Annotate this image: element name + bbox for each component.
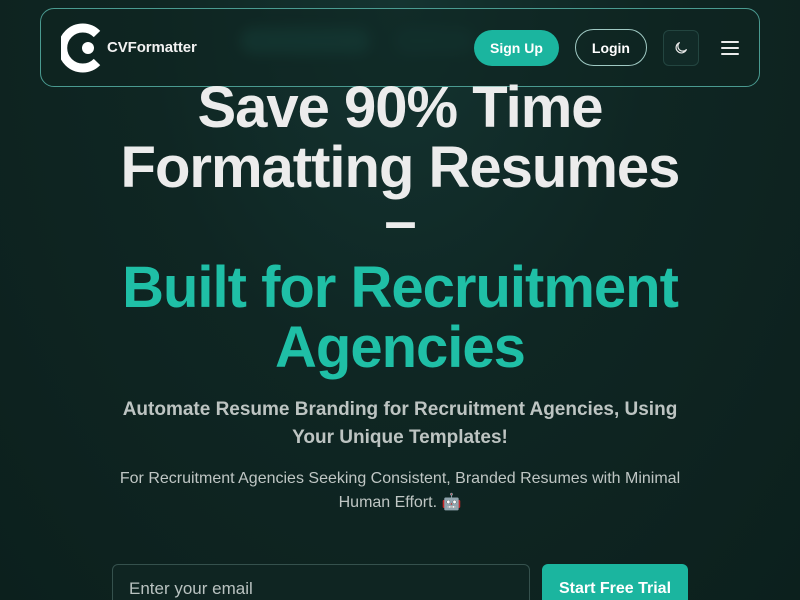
hero-accent-line-2: Agencies [275, 315, 526, 380]
hero-title: Save 90% Time Formatting Resumes – Built… [0, 78, 800, 378]
hero-subtitle: Automate Resume Branding for Recruitment… [122, 399, 678, 448]
theme-toggle-button[interactable] [663, 29, 699, 66]
brand-name: CVFormatter [107, 39, 197, 56]
menu-button[interactable] [719, 37, 741, 59]
cvformatter-logo-icon [61, 23, 101, 72]
signup-button[interactable]: Sign Up [474, 29, 559, 66]
hero-description: For Recruitment Agencies Seeking Consist… [119, 470, 681, 511]
start-free-trial-button[interactable]: Start Free Trial [542, 564, 688, 600]
brand-logo[interactable]: CVFormatter [61, 20, 197, 76]
email-input[interactable] [112, 564, 530, 600]
hamburger-menu-icon [721, 40, 739, 55]
hero-title-line-1: Save 90% Time [197, 75, 603, 140]
hero-title-dash: – [384, 189, 416, 254]
hero-accent-line-1: Built for Recruitment [122, 255, 679, 320]
nav-actions: Sign Up Login [474, 29, 741, 66]
moon-icon [675, 41, 687, 53]
login-button[interactable]: Login [574, 29, 647, 66]
